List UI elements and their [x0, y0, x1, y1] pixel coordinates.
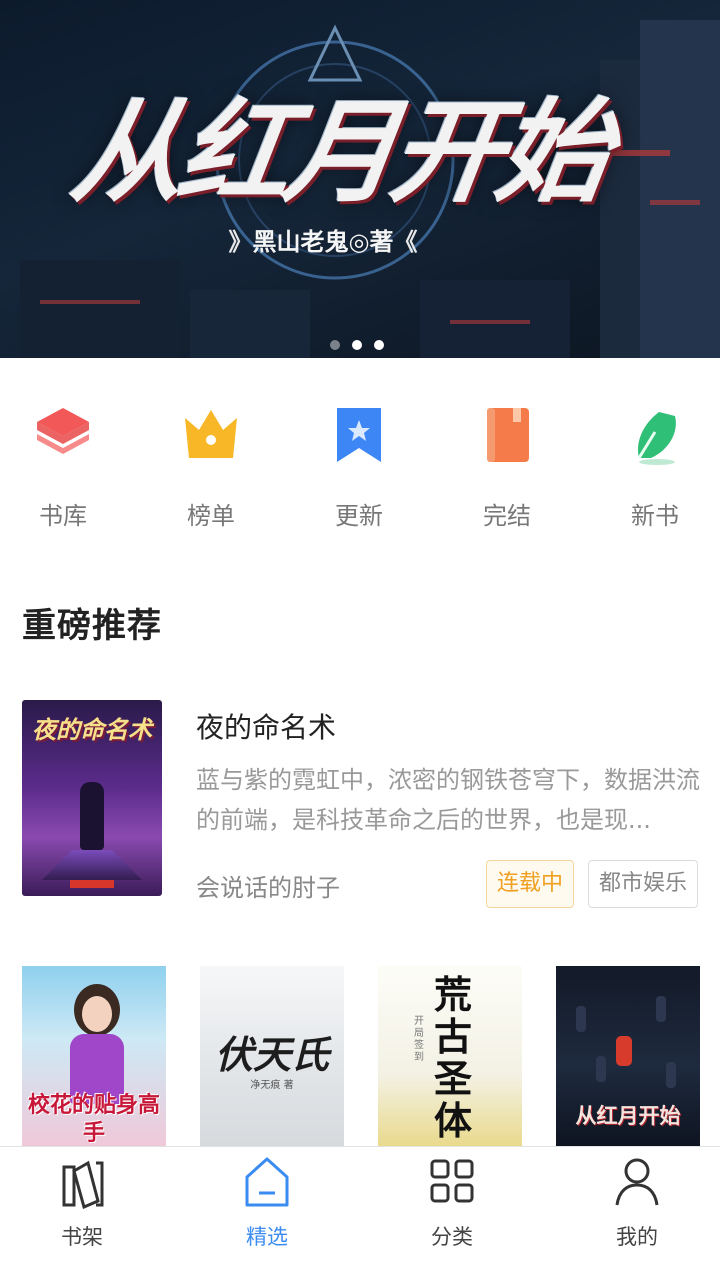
featured-book-card[interactable]: 夜的命名术 夜的命名术 蓝与紫的霓虹中，浓密的钢铁苍穹下，数据洪流的前端，是科技…: [22, 700, 702, 908]
featured-book-cover[interactable]: 夜的命名术: [22, 700, 162, 896]
grid-icon: [430, 1159, 474, 1203]
chevron-left-icon: 《: [393, 228, 418, 256]
tab-bookshelf[interactable]: 书架: [22, 1147, 142, 1280]
category-label: 新书: [631, 502, 679, 530]
cover-art: [42, 850, 142, 880]
home-icon: [245, 1157, 289, 1207]
category-library[interactable]: 书库: [8, 398, 118, 538]
carousel-dot[interactable]: [330, 340, 340, 350]
category-label: 书库: [39, 502, 87, 530]
pen-icon: [637, 412, 676, 465]
hero-banner[interactable]: 从红月开始 》黑山老鬼◎著《: [0, 0, 720, 358]
cover-art: [82, 996, 112, 1032]
book-cover[interactable]: 开局签到 荒古圣体: [378, 966, 522, 1148]
tab-label: 我的: [616, 1225, 658, 1249]
carousel-dot[interactable]: [374, 340, 384, 350]
category-nav: 书库 榜单 更新 完结 新书: [0, 398, 720, 538]
chevron-right-icon: 》: [228, 228, 253, 256]
section-title: 重磅推荐: [22, 606, 162, 646]
cover-art: [596, 1056, 606, 1082]
bookmark-icon: [337, 408, 381, 462]
banner-author-text: 黑山老鬼◎著: [252, 228, 394, 256]
category-label: 榜单: [187, 502, 235, 530]
bottom-tab-bar: 书架 精选 分类 我的: [0, 1146, 720, 1280]
book-author: 会说话的肘子: [196, 874, 340, 902]
category-new-books[interactable]: 新书: [600, 398, 710, 538]
book-cover[interactable]: 校花的贴身高手: [22, 966, 166, 1148]
tab-profile[interactable]: 我的: [577, 1147, 697, 1280]
cover-subtitle: 净无痕 著: [250, 1080, 294, 1091]
tab-featured[interactable]: 精选: [207, 1147, 327, 1280]
cover-subtitle: 开局签到: [414, 1016, 424, 1063]
user-icon: [615, 1158, 659, 1206]
tab-label: 精选: [246, 1225, 288, 1249]
cover-title: 从红月开始: [575, 1104, 681, 1128]
book-description: 蓝与紫的霓虹中，浓密的钢铁苍穹下，数据洪流的前端，是科技革命之后的世界，也是现.…: [196, 766, 700, 834]
category-label: 完结: [483, 502, 531, 530]
crown-icon: [185, 410, 237, 458]
category-ranking[interactable]: 榜单: [156, 398, 266, 538]
cover-art: [656, 996, 666, 1022]
book-cover[interactable]: 从红月开始: [556, 966, 700, 1148]
bookshelf-icon: [62, 1160, 104, 1209]
book-cover[interactable]: 伏天氏 净无痕 著: [200, 966, 344, 1148]
book-title[interactable]: 夜的命名术: [196, 706, 336, 746]
status-badge: 连载中: [486, 860, 575, 908]
publisher-logo: [70, 880, 114, 888]
cover-art: [666, 1062, 676, 1088]
layers-icon: [37, 408, 89, 454]
tab-categories[interactable]: 分类: [392, 1147, 512, 1280]
cover-art: [616, 1036, 632, 1066]
carousel-indicator[interactable]: [330, 340, 384, 350]
category-finished[interactable]: 完结: [452, 398, 562, 538]
category-updates[interactable]: 更新: [304, 398, 414, 538]
banner-title: 从红月开始: [64, 87, 613, 218]
banner-author: 》黑山老鬼◎著《: [198, 222, 448, 262]
carousel-dot-active[interactable]: [352, 340, 362, 350]
tab-label: 书架: [61, 1225, 103, 1249]
tab-label: 分类: [431, 1225, 473, 1249]
cover-art: [576, 1006, 586, 1032]
cover-figure: [80, 782, 104, 850]
book-cover-row: 校花的贴身高手 伏天氏 净无痕 著 开局签到 荒古圣体 从红月开始: [22, 966, 702, 1148]
cover-title: 荒古圣体: [433, 972, 472, 1143]
book-icon: [487, 408, 529, 462]
category-label: 更新: [335, 502, 383, 530]
cover-title: 伏天氏: [214, 1032, 329, 1077]
cover-title: 校花的贴身高手: [27, 1093, 160, 1146]
cover-title: 夜的命名术: [32, 716, 152, 744]
genre-badge[interactable]: 都市娱乐: [588, 860, 699, 908]
